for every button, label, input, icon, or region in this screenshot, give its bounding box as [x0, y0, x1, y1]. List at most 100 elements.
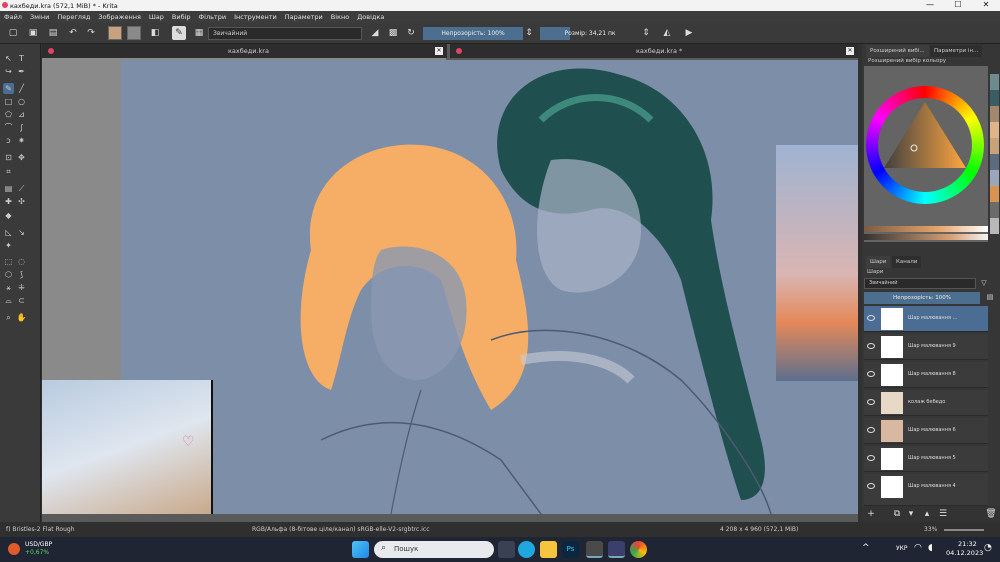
layer-row[interactable]: Шар малювання 4: [864, 474, 988, 506]
ellipse-tool-icon[interactable]: ○: [16, 96, 27, 107]
visibility-eye-icon[interactable]: [867, 483, 875, 489]
freehand-path-icon[interactable]: ∫: [16, 122, 27, 133]
edge-icon[interactable]: [518, 541, 535, 558]
foreground-color-swatch[interactable]: [108, 26, 122, 40]
menu-settings[interactable]: Параметри: [281, 11, 327, 23]
tab-tool-options[interactable]: Параметри ін...: [930, 45, 983, 57]
layer-row[interactable]: Шар малювання 5: [864, 446, 988, 472]
move-down-icon[interactable]: ▾: [904, 507, 918, 521]
layer-blend-select[interactable]: Звичайний: [864, 278, 976, 289]
similar-select-icon[interactable]: ⁜: [16, 282, 27, 293]
color-bar[interactable]: [864, 226, 988, 232]
polygon-select-icon[interactable]: ⬡: [3, 269, 14, 280]
pan-pin-icon[interactable]: ✦: [3, 240, 14, 251]
minimize-button[interactable]: —: [916, 0, 944, 11]
pan-tool-icon[interactable]: ✋: [16, 312, 27, 323]
tab-layers[interactable]: Шари: [866, 256, 891, 268]
color-picker-icon[interactable]: ⟋: [16, 183, 27, 194]
close-tab-2-icon[interactable]: ✕: [846, 47, 854, 55]
photoshop-icon[interactable]: Ps: [562, 541, 579, 558]
eraser-icon[interactable]: ◢: [368, 26, 382, 40]
fill-tool-icon[interactable]: ◆: [3, 210, 14, 221]
blend-mode-select[interactable]: Звичайний: [208, 27, 362, 40]
visibility-eye-icon[interactable]: [867, 399, 875, 405]
dynamic-brush-icon[interactable]: ↄ: [3, 135, 14, 146]
zoom-tool-icon[interactable]: ⌕: [3, 312, 14, 323]
visibility-eye-icon[interactable]: [867, 455, 875, 461]
magnetic-select-icon[interactable]: ⊂: [16, 295, 27, 306]
visibility-eye-icon[interactable]: [867, 427, 875, 433]
chrome-icon[interactable]: [630, 541, 647, 558]
assistant-tool-icon[interactable]: ✣: [16, 196, 27, 207]
visibility-eye-icon[interactable]: [867, 315, 875, 321]
text-tool-icon[interactable]: T: [16, 53, 27, 64]
menu-filter[interactable]: Фільтри: [195, 11, 231, 23]
crop-tool-icon[interactable]: ⌗: [3, 166, 14, 177]
krita-taskbar-icon[interactable]: [608, 541, 625, 558]
close-button[interactable]: ✕: [972, 0, 1000, 11]
reload-icon[interactable]: ↻: [404, 26, 418, 40]
mirror-vertical-icon[interactable]: ▶: [682, 26, 696, 40]
layer-view-icon[interactable]: ▤: [984, 291, 996, 303]
color-selector-area[interactable]: [864, 66, 988, 242]
add-layer-icon[interactable]: +: [864, 507, 878, 521]
task-view-icon[interactable]: [498, 541, 515, 558]
tab-advanced-color[interactable]: Розширений вибі...: [866, 45, 929, 57]
filter-icon[interactable]: ▽: [978, 277, 990, 289]
rectangle-tool-icon[interactable]: □: [3, 96, 14, 107]
file-explorer-icon[interactable]: [540, 541, 557, 558]
menu-image[interactable]: Зображення: [94, 11, 145, 23]
wifi-icon[interactable]: ◠: [914, 543, 922, 553]
canvas-area[interactable]: кахбеди.kra ✕ кахбеди.kra * ✕ ♡: [42, 44, 858, 522]
rect-select-icon[interactable]: ⬚: [3, 256, 14, 267]
color-bar-2[interactable]: [864, 234, 988, 240]
menu-view[interactable]: Перегляд: [53, 11, 94, 23]
swap-colors-icon[interactable]: ◧: [148, 26, 162, 40]
layer-row[interactable]: Шар малювання 8: [864, 362, 988, 388]
new-document-icon[interactable]: ▢: [6, 26, 20, 40]
layer-opacity-slider[interactable]: Непрозорість: 100%: [864, 292, 980, 304]
bezier-select-icon[interactable]: ⌓: [3, 295, 14, 306]
line-tool-icon[interactable]: ╱: [16, 83, 27, 94]
notification-icon[interactable]: ◔: [984, 543, 992, 553]
transform-tool-icon[interactable]: ⊡: [3, 152, 14, 163]
close-tab-1-icon[interactable]: ✕: [435, 47, 443, 55]
color-triangle[interactable]: [866, 86, 984, 204]
multibrush-icon[interactable]: ✷: [16, 135, 27, 146]
reference-image-right[interactable]: [776, 145, 858, 381]
visibility-eye-icon[interactable]: [867, 343, 875, 349]
app-icon[interactable]: [586, 541, 603, 558]
undo-icon[interactable]: ↶: [66, 26, 80, 40]
smart-patch-icon[interactable]: ✚: [3, 196, 14, 207]
duplicate-layer-icon[interactable]: ⧉: [890, 507, 904, 521]
opacity-spin-icon[interactable]: ⇕: [525, 26, 533, 40]
menu-tools[interactable]: Інструменти: [230, 11, 281, 23]
volume-icon[interactable]: ◖: [928, 543, 933, 553]
move-up-icon[interactable]: ▴: [920, 507, 934, 521]
size-spin-icon[interactable]: ⇕: [642, 26, 650, 40]
menu-help[interactable]: Довідка: [353, 11, 388, 23]
windows-start-icon[interactable]: [352, 541, 369, 558]
tab-channels[interactable]: Канали: [892, 256, 922, 268]
open-folder-icon[interactable]: ▣: [26, 26, 40, 40]
ellipse-select-icon[interactable]: ◌: [16, 256, 27, 267]
magic-wand-icon[interactable]: ⚹: [3, 282, 14, 293]
size-slider[interactable]: Розмір: 34,21 пк: [540, 27, 640, 40]
polygon-tool-icon[interactable]: ⬠: [3, 109, 14, 120]
calligraphy-icon[interactable]: ✒: [16, 66, 27, 77]
opacity-slider[interactable]: Непрозорість: 100%: [423, 27, 523, 40]
reference-tool-icon[interactable]: ↘: [16, 227, 27, 238]
layer-row[interactable]: Шар малювання 6: [864, 418, 988, 444]
visibility-eye-icon[interactable]: [867, 371, 875, 377]
save-icon[interactable]: ▤: [46, 26, 60, 40]
subwindow-tab-2[interactable]: кахбеди.kra * ✕: [450, 44, 858, 58]
background-color-swatch[interactable]: [127, 26, 141, 40]
taskbar-search[interactable]: ⌕ Пошук: [374, 541, 494, 558]
alpha-lock-icon[interactable]: ▩: [386, 26, 400, 40]
mirror-horizontal-icon[interactable]: ◭: [660, 26, 674, 40]
zoom-level[interactable]: 33%: [924, 522, 937, 537]
delete-layer-icon[interactable]: 🗑: [984, 507, 998, 521]
tray-chevron-icon[interactable]: ^: [862, 543, 870, 553]
bezier-tool-icon[interactable]: ⌒: [3, 122, 14, 133]
maximize-button[interactable]: ☐: [944, 0, 972, 11]
